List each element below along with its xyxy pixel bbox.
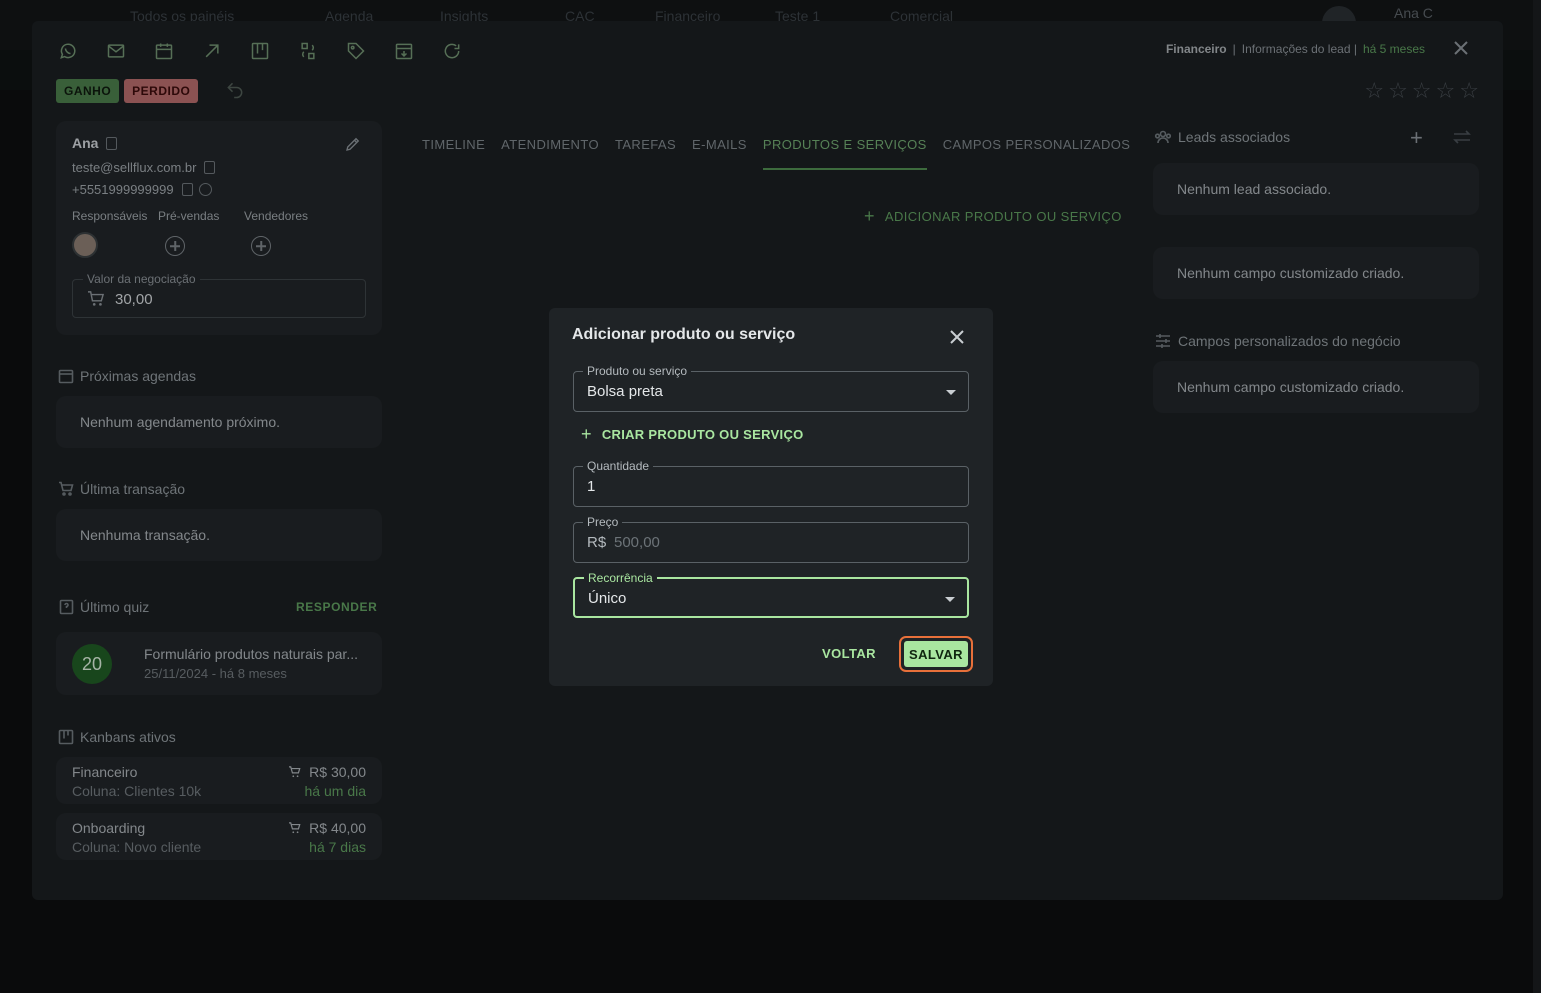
dialog-close-button[interactable] <box>949 329 965 345</box>
price-input[interactable]: Preço R$ 500,00 <box>573 515 969 563</box>
quantity-input[interactable]: Quantidade 1 <box>573 459 969 507</box>
quantity-label: Quantidade <box>583 459 654 473</box>
dialog-title: Adicionar produto ou serviço <box>572 326 796 343</box>
quantity-value: 1 <box>587 478 596 495</box>
add-product-dialog: Adicionar produto ou serviço Produto ou … <box>549 308 993 686</box>
price-label: Preço <box>583 515 623 529</box>
product-select-value: Bolsa preta <box>587 383 663 400</box>
close-icon <box>950 330 964 344</box>
caret-down-icon <box>946 390 956 395</box>
plus-icon: + <box>581 424 592 444</box>
create-product-button[interactable]: + CRIAR PRODUTO OU SERVIÇO <box>581 424 804 444</box>
recurrence-label: Recorrência <box>584 571 657 585</box>
price-placeholder: 500,00 <box>614 534 660 551</box>
product-select-label: Produto ou serviço <box>583 364 692 378</box>
recurrence-value: Único <box>588 590 627 607</box>
price-prefix: R$ <box>587 534 607 551</box>
product-select[interactable]: Produto ou serviço Bolsa preta <box>573 364 969 412</box>
recurrence-select[interactable]: Recorrência Único <box>573 571 969 618</box>
back-button[interactable]: VOLTAR <box>822 646 876 661</box>
caret-down-icon <box>945 597 955 602</box>
save-button[interactable]: SALVAR <box>899 636 973 672</box>
